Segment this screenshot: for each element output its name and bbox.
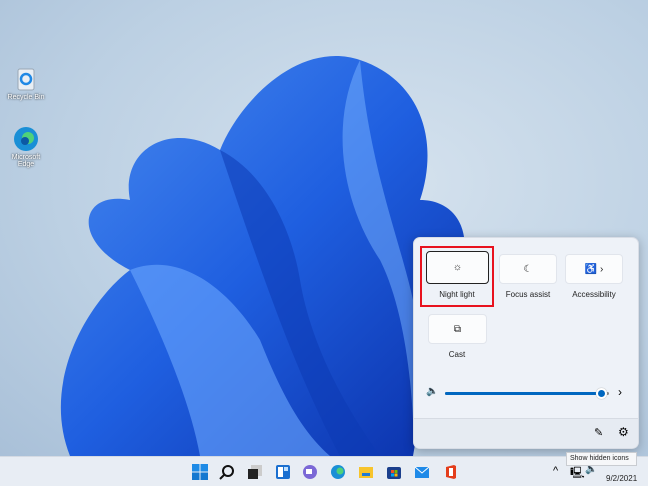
desktop-icon-edge[interactable]: Microsoft Edge (4, 126, 48, 168)
pencil-icon[interactable]: ✎ (594, 426, 603, 439)
edge-icon[interactable] (329, 463, 347, 481)
edge-icon (13, 126, 39, 152)
volume-thumb[interactable] (596, 388, 608, 399)
store-icon[interactable] (385, 463, 403, 481)
speaker-icon[interactable]: 🔈 (426, 386, 438, 397)
desktop-icon-label: Microsoft Edge (11, 154, 41, 168)
accessibility-toggle[interactable]: ♿ › (565, 254, 623, 284)
search-icon[interactable] (218, 463, 236, 481)
chevron-right-icon: › (599, 263, 604, 275)
network-icon[interactable]: 🖳 (570, 464, 585, 483)
start-icon[interactable] (191, 463, 209, 481)
focus-assist-toggle[interactable]: ☾ (499, 254, 557, 284)
volume-output-chevron[interactable]: › (618, 385, 622, 399)
clock-date[interactable]: 9/2/2021 (606, 474, 637, 483)
recycle-bin-icon (13, 66, 39, 92)
desktop-icon-label: Recycle Bin (7, 94, 45, 101)
cast-label: Cast (448, 350, 466, 359)
cast-toggle[interactable]: ⧉ (428, 314, 487, 344)
volume-fill (445, 392, 603, 395)
file-explorer-icon[interactable] (357, 463, 375, 481)
accessibility-label: Accessibility (572, 290, 616, 299)
highlight-box (420, 246, 494, 307)
quick-settings-footer: ✎ ⚙ (414, 418, 638, 448)
teams-chat-icon[interactable] (301, 463, 319, 481)
moon-icon: ☾ (523, 263, 533, 275)
tooltip: Show hidden icons (566, 452, 637, 466)
mail-icon[interactable] (413, 463, 431, 481)
accessibility-icon: ♿ (584, 263, 598, 275)
gear-icon[interactable]: ⚙ (618, 425, 629, 439)
desktop-icon-recycle-bin[interactable]: Recycle Bin (4, 66, 48, 101)
cast-icon: ⧉ (453, 323, 462, 335)
office-icon[interactable] (442, 463, 460, 481)
quick-settings-panel: ☼ Night light ☾ Focus assist ♿ › Accessi… (413, 237, 639, 449)
show-hidden-icons-chevron[interactable]: ^ (553, 465, 558, 477)
task-view-icon[interactable] (246, 463, 264, 481)
volume-slider[interactable] (445, 388, 609, 399)
taskbar: ^ 🖳 🔈 9/2/2021 (0, 456, 648, 486)
widgets-icon[interactable] (274, 463, 292, 481)
